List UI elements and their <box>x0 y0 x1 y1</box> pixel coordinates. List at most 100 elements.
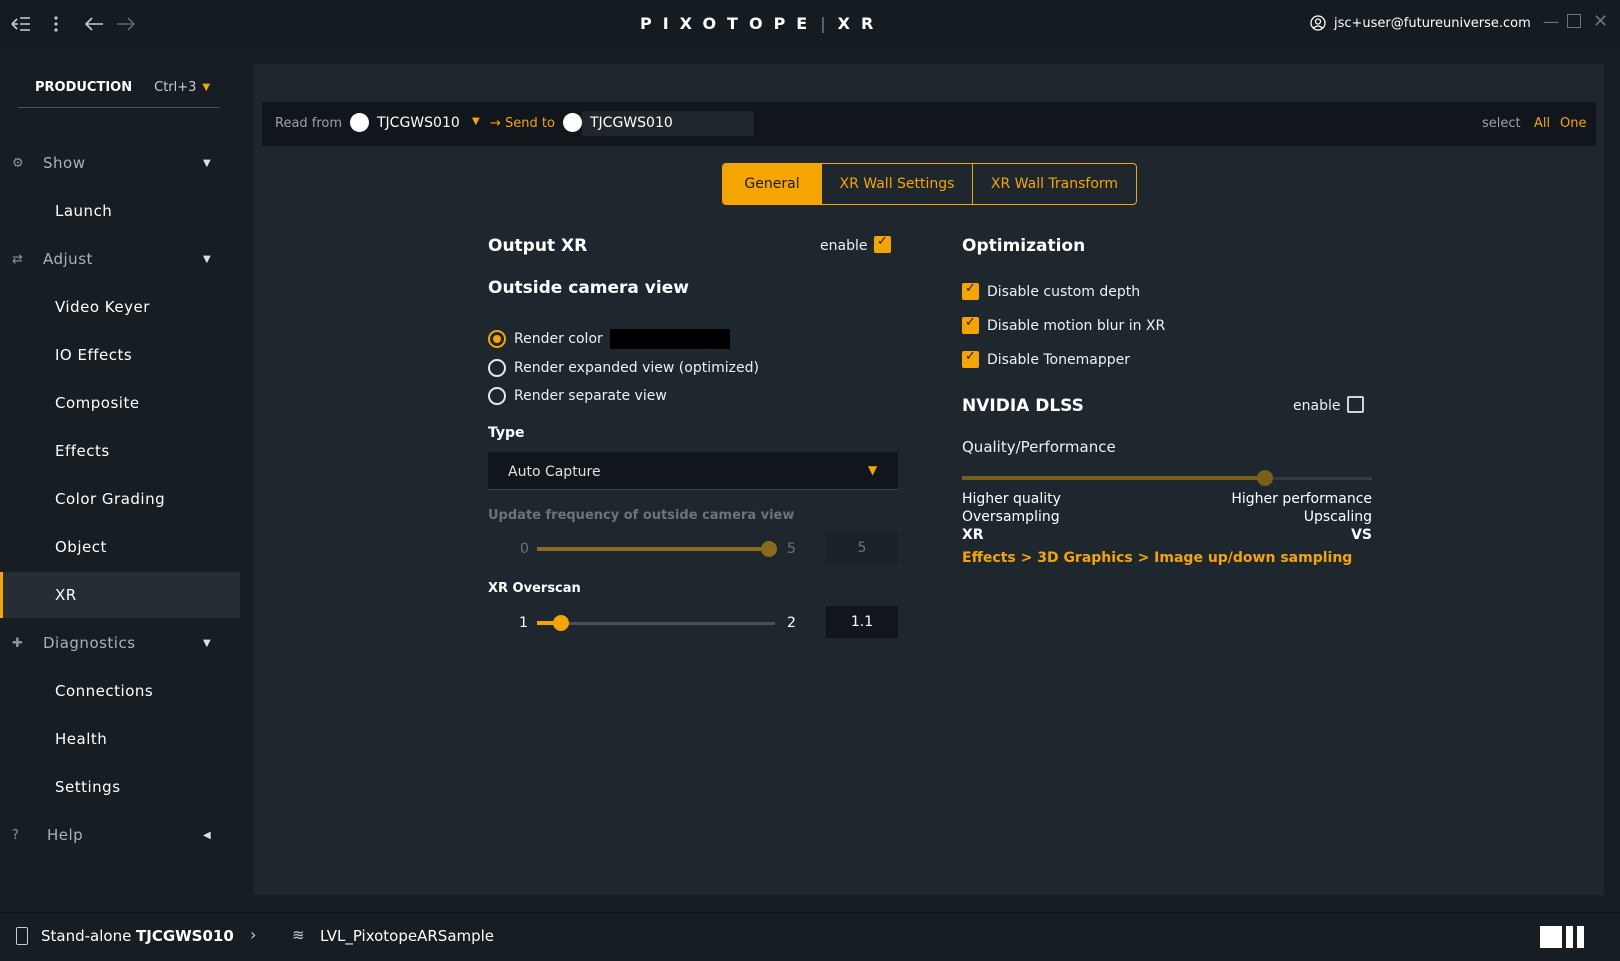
disable-custom-depth-checkbox[interactable] <box>962 281 979 300</box>
chevron-down-icon: ▼ <box>203 253 212 265</box>
image-sampling-link[interactable]: Effects > 3D Graphics > Image up/down sa… <box>962 550 1352 566</box>
read-send-bar: Read from TJCGWS010 ▼ → Send to TJCGWS01… <box>262 102 1596 146</box>
layout-block-icon[interactable] <box>1540 926 1562 948</box>
quality-slider-handle[interactable] <box>1257 470 1273 486</box>
sidebar-item-xr[interactable]: XR <box>0 572 240 618</box>
read-from-status-dot <box>350 113 369 132</box>
dlss-enable-checkbox[interactable] <box>1347 396 1364 413</box>
minimize-icon[interactable]: — <box>1543 12 1559 31</box>
update-frequency-min: 0 <box>520 541 529 557</box>
chevron-down-icon: ▼ <box>868 463 878 477</box>
read-from-dropdown-icon[interactable]: ▼ <box>472 116 480 127</box>
send-to-label: → Send to <box>490 116 555 131</box>
sidebar-section-diagnostics[interactable]: ✚ Diagnostics ▼ <box>0 628 240 658</box>
type-select-value: Auto Capture <box>508 464 601 480</box>
sidebar-item-object[interactable]: Object <box>0 524 240 570</box>
sidebar-section-help[interactable]: ? Help ◀ <box>0 820 240 850</box>
tab-xr-wall-settings[interactable]: XR Wall Settings <box>821 164 972 204</box>
sidebar-item-composite[interactable]: Composite <box>0 380 240 426</box>
status-bar: Stand-alone TJCGWS010 › ≋ LVL_PixotopeAR… <box>0 912 1620 961</box>
production-selector[interactable]: PRODUCTION Ctrl+3 ▼ <box>18 68 220 108</box>
user-account[interactable]: jsc+user@futureuniverse.com <box>1310 15 1531 31</box>
title-bar: PIXOTOPE | XR jsc+user@futureuniverse.com … <box>0 0 1620 48</box>
render-color-label: Render color <box>514 331 603 347</box>
level-name[interactable]: LVL_PixotopeARSample <box>320 927 494 945</box>
sidebar-item-effects[interactable]: Effects <box>0 428 240 474</box>
sidebar-item-settings[interactable]: Settings <box>0 764 240 810</box>
product-name: XR <box>837 14 885 33</box>
sidebar-item-launch[interactable]: Launch <box>0 188 240 234</box>
sidebar-item-color-grading[interactable]: Color Grading <box>0 476 240 522</box>
overscan-max: 2 <box>787 615 796 631</box>
user-icon <box>1310 15 1326 31</box>
production-shortcut: Ctrl+3 <box>154 80 197 95</box>
output-xr-title: Output XR <box>488 236 588 256</box>
sidebar-item-io-effects[interactable]: IO Effects <box>0 332 240 378</box>
chevron-down-icon: ▼ <box>203 157 212 169</box>
app-logo: PIXOTOPE | XR <box>640 14 885 33</box>
oversampling-label: Oversampling <box>962 509 1060 525</box>
tab-general[interactable]: General <box>723 164 821 204</box>
upscaling-label: Upscaling <box>1303 509 1372 525</box>
chevron-down-icon: ▼ <box>202 82 211 93</box>
forward-arrow-icon[interactable] <box>114 12 138 36</box>
higher-quality-label: Higher quality <box>962 491 1061 507</box>
sidebar-item-video-keyer[interactable]: Video Keyer <box>0 284 240 330</box>
select-one-link[interactable]: One <box>1560 116 1586 131</box>
read-from-label: Read from <box>275 116 343 131</box>
sidebar-section-adjust[interactable]: ⇄ Adjust ▼ <box>0 244 240 274</box>
show-icon: ⚙ <box>12 155 25 171</box>
sidebar-item-connections[interactable]: Connections <box>0 668 240 714</box>
vs-label: VS <box>1351 527 1372 543</box>
update-frequency-fill <box>537 547 769 551</box>
output-xr-enable-label: enable <box>820 238 868 254</box>
overscan-slider-handle[interactable] <box>553 615 569 631</box>
overscan-min: 1 <box>519 615 528 631</box>
tab-xr-wall-transform[interactable]: XR Wall Transform <box>972 164 1136 204</box>
overscan-input[interactable]: 1.1 <box>826 606 898 638</box>
machine-name: TJCGWS010 <box>136 927 234 945</box>
render-separate-label: Render separate view <box>514 388 667 404</box>
render-color-swatch[interactable] <box>610 329 730 349</box>
render-expanded-label: Render expanded view (optimized) <box>514 360 759 376</box>
plus-icon: ✚ <box>12 635 24 651</box>
disable-motion-blur-checkbox[interactable] <box>962 315 979 334</box>
overscan-track <box>537 622 775 625</box>
chevron-right-icon: › <box>250 925 257 944</box>
more-menu-icon[interactable] <box>44 12 68 36</box>
output-xr-enable-checkbox[interactable] <box>874 234 891 253</box>
quality-performance-label: Quality/Performance <box>962 438 1116 456</box>
update-frequency-input[interactable]: 5 <box>826 532 898 564</box>
type-label: Type <box>488 425 525 441</box>
update-frequency-slider-handle[interactable] <box>761 541 777 557</box>
disable-tonemapper-checkbox[interactable] <box>962 349 979 368</box>
disable-custom-depth-label: Disable custom depth <box>987 284 1141 300</box>
layout-bar-icon[interactable] <box>1566 926 1573 948</box>
disable-motion-blur-label: Disable motion blur in XR <box>987 318 1166 334</box>
chevron-down-icon: ▼ <box>203 637 212 649</box>
sidebar: PRODUCTION Ctrl+3 ▼ ⚙ Show ▼ Launch ⇄ Ad… <box>0 48 240 912</box>
render-separate-radio[interactable] <box>488 387 506 405</box>
sidebar-item-health[interactable]: Health <box>0 716 240 762</box>
select-all-link[interactable]: All <box>1534 116 1550 131</box>
collapse-sidebar-icon[interactable] <box>9 12 33 36</box>
chevron-left-icon: ◀ <box>203 829 212 841</box>
outside-camera-title: Outside camera view <box>488 278 689 298</box>
quality-fill <box>962 476 1265 480</box>
back-arrow-icon[interactable] <box>82 12 106 36</box>
sliders-icon: ⇄ <box>12 251 24 267</box>
close-icon[interactable]: ✕ <box>1593 11 1608 32</box>
render-expanded-radio[interactable] <box>488 359 506 377</box>
render-color-radio[interactable] <box>488 330 506 348</box>
sidebar-section-show[interactable]: ⚙ Show ▼ <box>0 148 240 178</box>
update-frequency-max: 5 <box>787 541 796 557</box>
select-label: select <box>1482 116 1521 131</box>
xr-label: XR <box>962 527 984 543</box>
maximize-icon[interactable] <box>1567 14 1581 28</box>
send-to-field[interactable]: TJCGWS010 <box>582 111 754 136</box>
type-select[interactable]: Auto Capture ▼ <box>488 452 898 490</box>
layout-bar-icon[interactable] <box>1577 926 1584 948</box>
machine-icon <box>16 927 28 945</box>
layers-icon: ≋ <box>292 926 305 944</box>
update-frequency-label: Update frequency of outside camera view <box>488 508 795 523</box>
